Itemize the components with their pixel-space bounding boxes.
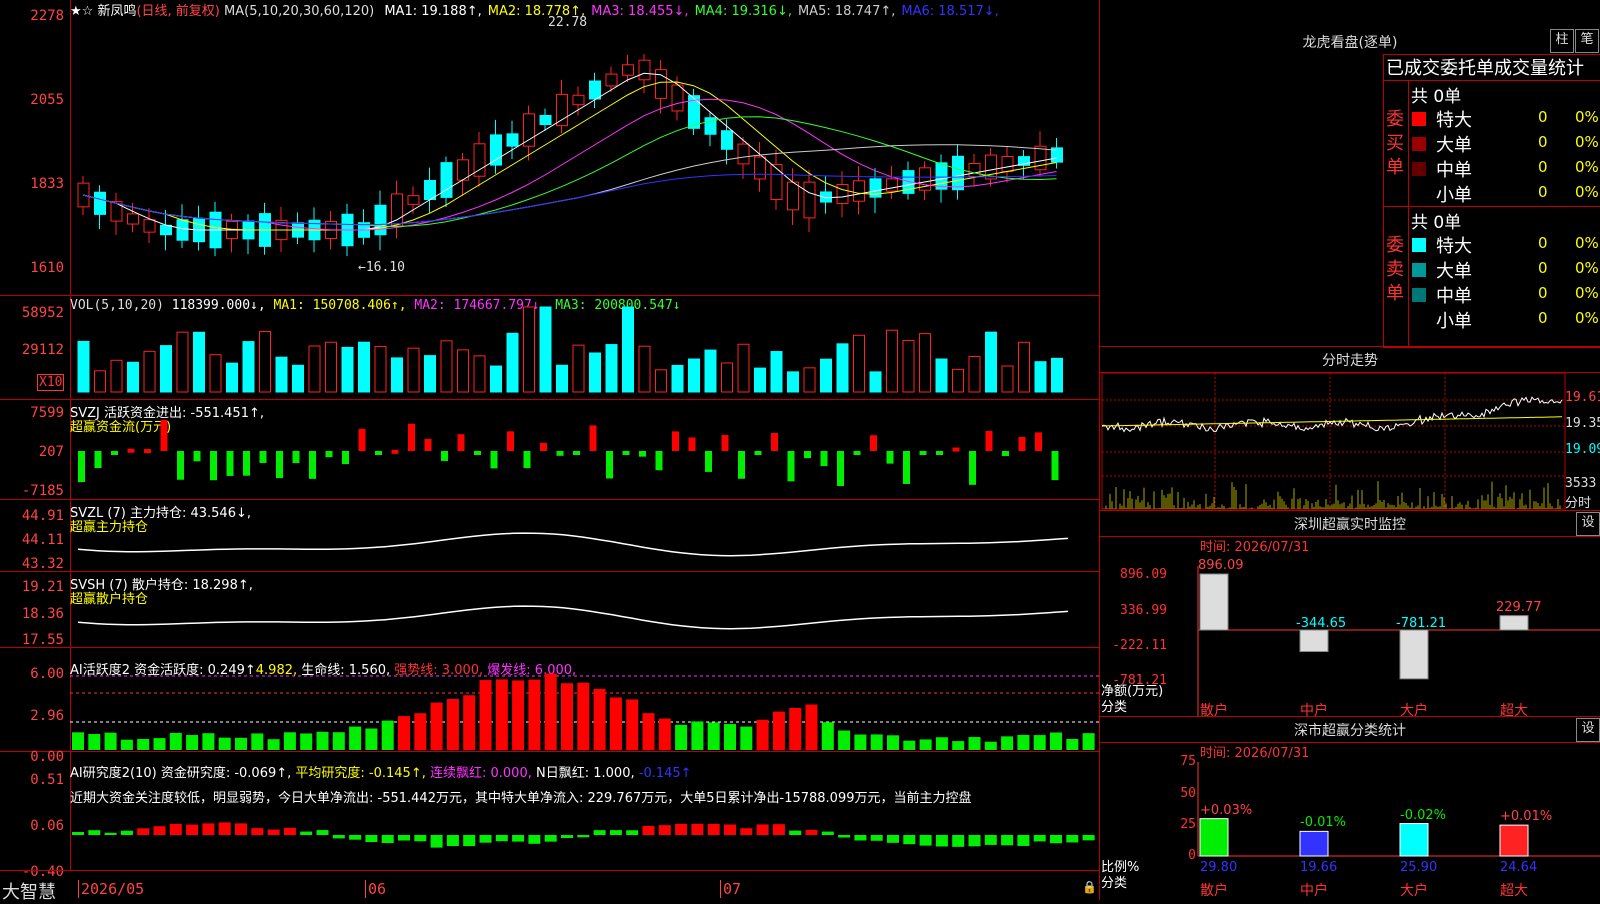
classify-bar xyxy=(1199,818,1229,857)
classify-category: 散户 xyxy=(1200,883,1228,899)
classify-bar-chart xyxy=(1197,762,1600,857)
classify-category: 中户 xyxy=(1300,883,1328,899)
classify-bar-value: 19.66 xyxy=(1300,860,1338,875)
classify-bar-pct: -0.01% xyxy=(1300,815,1346,831)
classify-bar xyxy=(1299,830,1329,857)
classify-bar-value: 25.90 xyxy=(1400,860,1438,875)
classify-category: 超大 xyxy=(1500,883,1528,899)
classify-bar xyxy=(1499,824,1529,857)
classify-bar xyxy=(1399,823,1429,857)
classify-category: 大户 xyxy=(1400,883,1428,899)
classify-bar-value: 24.64 xyxy=(1500,860,1538,875)
classify-bar-value: 29.80 xyxy=(1200,860,1238,875)
classify-bar-pct: -0.02% xyxy=(1400,807,1446,823)
classify-bar-pct: +0.03% xyxy=(1200,802,1253,818)
classify-bar-pct: +0.01% xyxy=(1500,809,1553,825)
